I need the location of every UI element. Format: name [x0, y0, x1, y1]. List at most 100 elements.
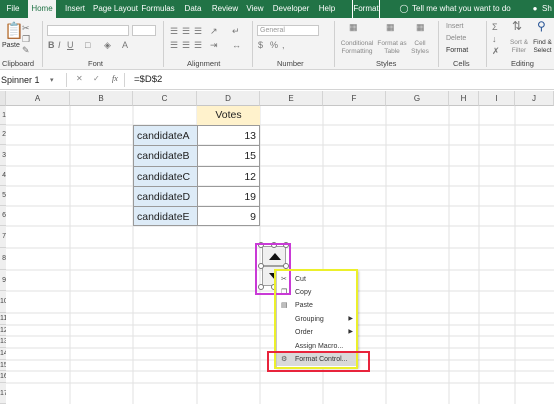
group-label-editing: Editing: [511, 59, 534, 68]
candidate-name-cell[interactable]: candidateB: [133, 145, 197, 166]
tab-page-layout[interactable]: Page Layout: [93, 0, 138, 18]
insert-cells-button[interactable]: Insert: [446, 23, 464, 30]
vote-count-cell[interactable]: 15: [197, 145, 260, 166]
row-header-6[interactable]: 6: [0, 206, 6, 226]
row-header-16[interactable]: 16: [0, 371, 6, 383]
align-top-icon[interactable]: ☰: [170, 26, 178, 36]
sort-filter-icon[interactable]: ⇅: [512, 20, 522, 32]
ribbon: 📋 Paste ✂ ❐ ✎ Clipboard B I U □ ◈ A Font…: [0, 18, 554, 70]
font-name-box[interactable]: [47, 25, 129, 36]
row-header-8[interactable]: 8: [0, 248, 6, 270]
row-header-4[interactable]: 4: [0, 166, 6, 186]
row-header-12[interactable]: 12: [0, 325, 6, 336]
row-header-14[interactable]: 14: [0, 348, 6, 360]
format-cells-button[interactable]: Format: [446, 47, 468, 54]
vote-count-cell[interactable]: 9: [197, 206, 260, 226]
row-header-1[interactable]: 1: [0, 106, 6, 125]
paste-icon[interactable]: 📋: [4, 24, 24, 40]
format-control-highlight-box: [267, 351, 370, 372]
row-header-11[interactable]: 11: [0, 313, 6, 325]
insert-function-icon[interactable]: fx: [112, 74, 118, 83]
tell-me-search[interactable]: Tell me what you want to do: [412, 0, 511, 18]
tab-insert[interactable]: Insert: [62, 0, 88, 18]
row-header-9[interactable]: 9: [0, 270, 6, 291]
tab-file[interactable]: File: [4, 0, 22, 18]
formula-bar: Spinner 1 ▾ ✕ ✓ fx =$D$2: [0, 71, 554, 90]
row-header-5[interactable]: 5: [0, 186, 6, 206]
row-header-15[interactable]: 15: [0, 360, 6, 371]
vote-count-cell[interactable]: 13: [197, 125, 260, 145]
paste-button[interactable]: Paste: [2, 42, 20, 49]
font-size-box[interactable]: [132, 25, 156, 36]
indent-icon[interactable]: ⇥: [210, 40, 218, 50]
candidate-name-cell[interactable]: candidateA: [133, 125, 197, 145]
row-header-3[interactable]: 3: [0, 145, 6, 166]
group-divider: [438, 21, 439, 67]
row-header-13[interactable]: 13: [0, 336, 6, 348]
format-as-table-button[interactable]: Format as Table: [376, 40, 408, 56]
tab-view[interactable]: View: [245, 0, 265, 18]
row-header-17[interactable]: 17: [0, 383, 6, 404]
cell-styles-button[interactable]: Cell Styles: [408, 40, 432, 56]
copy-icon[interactable]: ❐: [22, 34, 30, 44]
format-painter-icon[interactable]: ✎: [22, 45, 30, 55]
format-as-table-icon[interactable]: ▦: [386, 22, 395, 32]
tab-help[interactable]: Help: [317, 0, 337, 18]
vote-count-cell[interactable]: 19: [197, 186, 260, 206]
align-right-icon[interactable]: ☰: [194, 40, 202, 50]
group-label-number: Number: [277, 59, 304, 68]
align-left-icon[interactable]: ☰: [170, 40, 178, 50]
candidate-name-cell[interactable]: candidateC: [133, 166, 197, 186]
divider: [66, 73, 67, 87]
conditional-formatting-button[interactable]: Conditional Formatting: [338, 40, 376, 56]
clear-icon[interactable]: ✗: [492, 46, 500, 56]
cell-styles-icon[interactable]: ▦: [416, 22, 425, 32]
share-button[interactable]: Sh: [542, 0, 554, 18]
tab-formulas[interactable]: Formulas: [140, 0, 176, 18]
tab-format[interactable]: Format: [352, 0, 380, 18]
wrap-text-icon[interactable]: ↵: [232, 26, 240, 36]
currency-icon[interactable]: $: [258, 40, 263, 50]
enter-icon[interactable]: ✓: [93, 74, 100, 83]
percent-icon[interactable]: %: [270, 40, 278, 50]
row-header-2[interactable]: 2: [0, 125, 6, 145]
sort-filter-button[interactable]: Sort & Filter: [508, 39, 530, 55]
candidate-name-cell[interactable]: candidateD: [133, 186, 197, 206]
underline-icon[interactable]: U: [67, 40, 74, 50]
align-center-icon[interactable]: ☰: [182, 40, 190, 50]
font-color-icon[interactable]: A: [122, 40, 128, 50]
align-bottom-icon[interactable]: ☰: [194, 26, 202, 36]
merge-center-icon[interactable]: ↔: [232, 40, 241, 50]
formula-input[interactable]: =$D$2: [134, 73, 162, 87]
name-box-dropdown-icon[interactable]: ▾: [50, 76, 54, 84]
comma-icon[interactable]: ,: [282, 40, 285, 50]
row-header-7[interactable]: 7: [0, 226, 6, 248]
tab-developer[interactable]: Developer: [272, 0, 310, 18]
conditional-formatting-icon[interactable]: ▦: [349, 22, 358, 32]
number-format-value: General: [260, 27, 285, 34]
group-label-cells: Cells: [453, 59, 470, 68]
row-header-10[interactable]: 10: [0, 291, 6, 313]
votes-header-cell[interactable]: Votes: [197, 106, 260, 125]
borders-icon[interactable]: □: [85, 40, 90, 50]
vote-count-cell[interactable]: 12: [197, 166, 260, 186]
delete-cells-button[interactable]: Delete: [446, 35, 466, 42]
candidate-name-cell[interactable]: candidateE: [133, 206, 197, 226]
tab-data[interactable]: Data: [182, 0, 204, 18]
find-select-button[interactable]: Find & Select: [531, 39, 554, 55]
orientation-icon[interactable]: ↗: [210, 26, 218, 36]
tab-home[interactable]: Home: [28, 0, 56, 18]
lightbulb-icon: ◯: [399, 4, 409, 13]
cancel-icon[interactable]: ✕: [76, 74, 83, 83]
cut-icon[interactable]: ✂: [22, 23, 30, 33]
italic-icon[interactable]: I: [58, 40, 61, 50]
fill-color-icon[interactable]: ◈: [104, 40, 111, 50]
fill-icon[interactable]: ↓: [492, 34, 497, 44]
align-middle-icon[interactable]: ☰: [182, 26, 190, 36]
tab-review[interactable]: Review: [210, 0, 240, 18]
bold-icon[interactable]: B: [48, 40, 55, 50]
name-box[interactable]: Spinner 1: [0, 73, 50, 87]
autosum-icon[interactable]: Σ: [492, 22, 498, 32]
group-divider: [486, 21, 487, 67]
magnifier-icon[interactable]: ⚲: [537, 20, 546, 32]
